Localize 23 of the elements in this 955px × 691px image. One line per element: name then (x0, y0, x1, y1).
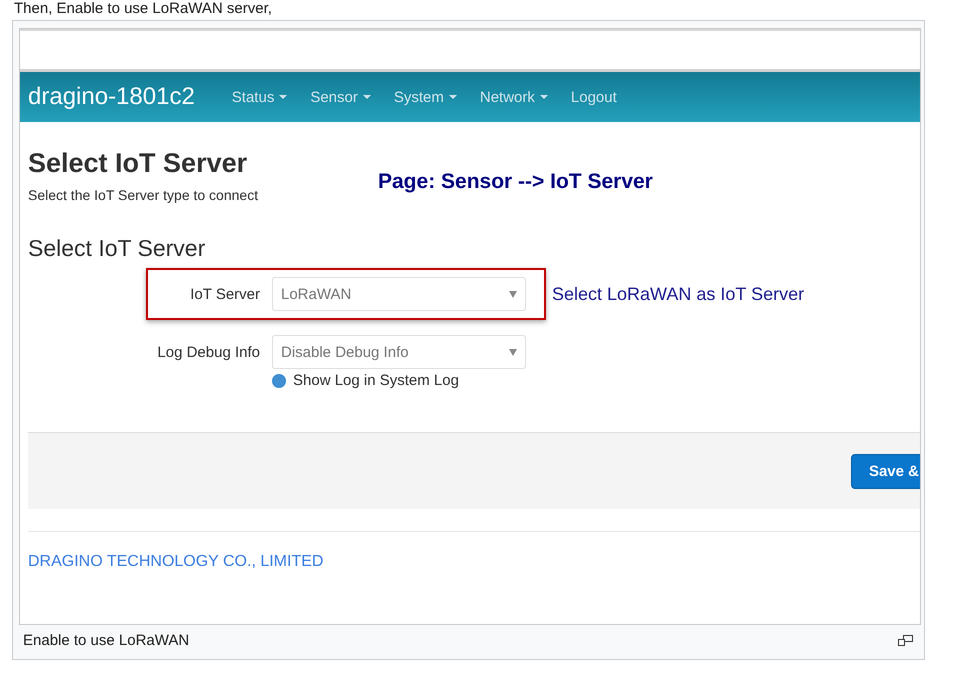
menu-item[interactable]: Sensor (310, 88, 371, 106)
help-text: Show Log in System Log (293, 372, 459, 389)
dropdown-arrow-icon (509, 290, 517, 298)
brand-link[interactable]: dragino-1801c2 (28, 83, 195, 111)
section-title: Select IoT Server (28, 235, 206, 262)
save-button[interactable]: Save & (850, 454, 920, 488)
menu-item[interactable]: System (394, 88, 457, 106)
field-label: Log Debug Info (156, 343, 260, 361)
enlarge-icon[interactable] (898, 634, 913, 646)
intro-text: Then, Enable to use LoRaWAN server, (13, 0, 273, 18)
caption-text: Enable to use LoRaWAN (23, 632, 190, 648)
annotation-text: Page: Sensor --> IoT Server (378, 170, 653, 194)
menu-item[interactable]: Status (232, 88, 288, 106)
page-title: Select IoT Server (28, 148, 248, 179)
field-label: IoT Server (189, 285, 260, 303)
dropdown-arrow-icon (509, 348, 517, 356)
page-subtitle: Select the IoT Server type to connect (28, 187, 260, 203)
footer-link[interactable]: DRAGINO TECHNOLOGY CO., LIMITED (28, 553, 324, 570)
menu-item[interactable]: Logout (570, 88, 617, 106)
annotation-text: Select LoRaWAN as IoT Server (552, 284, 804, 304)
dropdown-field[interactable]: LoRaWAN (272, 277, 526, 311)
menu-item[interactable]: Network (480, 88, 548, 106)
dropdown-field[interactable]: Disable Debug Info (272, 335, 526, 369)
